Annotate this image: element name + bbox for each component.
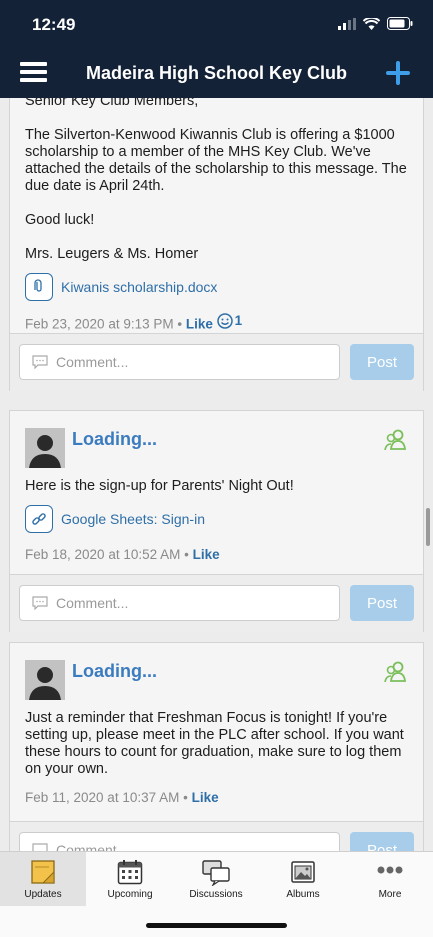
tab-label: More	[378, 889, 402, 900]
meta-separator: •	[184, 547, 189, 562]
comment-input[interactable]: Comment...	[19, 344, 340, 380]
post-comment-button[interactable]: Post	[350, 344, 414, 380]
post-header: Loading...	[10, 411, 423, 471]
menu-icon-bar	[20, 78, 47, 82]
meta-separator: •	[183, 790, 188, 805]
person-icon	[29, 435, 61, 468]
post-meta: Feb 18, 2020 at 10:52 AM • Like	[25, 546, 408, 563]
comment-placeholder: Comment...	[56, 842, 129, 851]
avatar[interactable]	[25, 428, 65, 468]
albums-icon	[291, 861, 315, 883]
add-post-button[interactable]	[383, 58, 413, 88]
comment-input[interactable]: Comment...	[19, 585, 340, 621]
link-icon	[25, 505, 53, 533]
like-count-value: 1	[234, 313, 243, 328]
post-card: Senior Key Club Members, The Silverton-K…	[9, 98, 424, 391]
status-icons	[338, 17, 413, 30]
tab-updates[interactable]: Updates	[0, 852, 86, 906]
more-icon	[377, 866, 403, 874]
post-meta: Feb 11, 2020 at 10:37 AM • Like	[25, 789, 408, 806]
group-icon	[384, 429, 407, 451]
post-comment-button[interactable]: Post	[350, 832, 414, 851]
like-button[interactable]: Like	[186, 317, 213, 332]
comment-row: Comment... Post	[10, 821, 423, 851]
home-indicator[interactable]	[146, 923, 287, 928]
nav-bar: Madeira High School Key Club	[0, 50, 433, 98]
person-icon	[29, 667, 61, 700]
status-bar: 12:49	[0, 0, 433, 50]
tab-label: Albums	[286, 889, 320, 900]
post-timestamp: Feb 18, 2020 at 10:52 AM	[25, 547, 181, 562]
post-timestamp: Feb 11, 2020 at 10:37 AM	[25, 790, 180, 805]
comment-placeholder: Comment...	[56, 354, 129, 370]
battery-icon	[387, 17, 413, 30]
post-text: Mrs. Leugers & Ms. Homer	[25, 246, 199, 262]
smiley-icon	[216, 312, 233, 329]
post-card: Loading... Just a reminder that Freshman…	[9, 642, 424, 851]
attachment-link[interactable]: Kiwanis scholarship.docx	[25, 273, 408, 301]
post-text: Good luck!	[25, 212, 95, 228]
like-count[interactable]: 1	[216, 312, 243, 329]
attachment-name: Kiwanis scholarship.docx	[61, 278, 218, 295]
comment-input[interactable]: Comment...	[19, 832, 340, 851]
comment-row: Comment... Post	[10, 574, 423, 632]
scrollbar[interactable]	[426, 508, 430, 546]
menu-icon-bar	[20, 62, 47, 66]
document-icon	[25, 273, 53, 301]
tab-label: Upcoming	[107, 889, 153, 900]
post-author[interactable]: Loading...	[72, 429, 157, 450]
post-header: Loading...	[10, 643, 423, 703]
menu-icon-bar	[20, 70, 47, 74]
tab-albums[interactable]: Albums	[260, 852, 346, 906]
wifi-icon	[363, 17, 380, 30]
comment-placeholder: Comment...	[56, 595, 129, 611]
post-text: Senior Key Club Members,	[25, 98, 199, 109]
post-body: Senior Key Club Members, The Silverton-K…	[10, 98, 423, 333]
tab-more[interactable]: More	[347, 852, 433, 906]
post-comment-button[interactable]: Post	[350, 585, 414, 621]
post-meta: Feb 23, 2020 at 9:13 PM • Like 1	[25, 312, 408, 333]
status-time: 12:49	[32, 15, 76, 34]
post-body: Just a reminder that Freshman Focus is t…	[10, 703, 423, 806]
feed[interactable]: Senior Key Club Members, The Silverton-K…	[0, 98, 433, 851]
tab-label: Updates	[24, 889, 62, 900]
updates-icon	[31, 860, 55, 884]
like-button[interactable]: Like	[192, 790, 219, 805]
post-card: Loading... Here is the sign-up for Paren…	[9, 410, 424, 632]
discussions-icon	[202, 860, 230, 886]
post-text: Just a reminder that Freshman Focus is t…	[25, 710, 404, 777]
signal-icon	[338, 17, 356, 30]
comment-icon	[32, 596, 48, 610]
menu-button[interactable]	[20, 62, 47, 84]
like-button[interactable]: Like	[193, 547, 220, 562]
meta-separator: •	[177, 316, 183, 332]
post-timestamp: Feb 23, 2020 at 9:13 PM	[25, 316, 174, 332]
attachment-link[interactable]: Google Sheets: Sign-in	[25, 505, 408, 533]
tab-label: Discussions	[189, 889, 243, 900]
tab-upcoming[interactable]: Upcoming	[87, 852, 173, 906]
avatar[interactable]	[25, 660, 65, 700]
comment-row: Comment... Post	[10, 333, 423, 391]
calendar-icon	[117, 860, 143, 885]
group-icon	[384, 661, 407, 683]
post-body: Here is the sign-up for Parents' Night O…	[10, 471, 423, 563]
page-title: Madeira High School Key Club	[85, 63, 348, 83]
post-author[interactable]: Loading...	[72, 661, 157, 682]
attachment-name: Google Sheets: Sign-in	[61, 510, 205, 527]
comment-icon	[32, 843, 48, 851]
post-text: The Silverton-Kenwood Kiwannis Club is o…	[25, 127, 407, 194]
comment-icon	[32, 355, 48, 369]
post-text: Here is the sign-up for Parents' Night O…	[25, 478, 294, 494]
tab-discussions[interactable]: Discussions	[173, 852, 259, 906]
